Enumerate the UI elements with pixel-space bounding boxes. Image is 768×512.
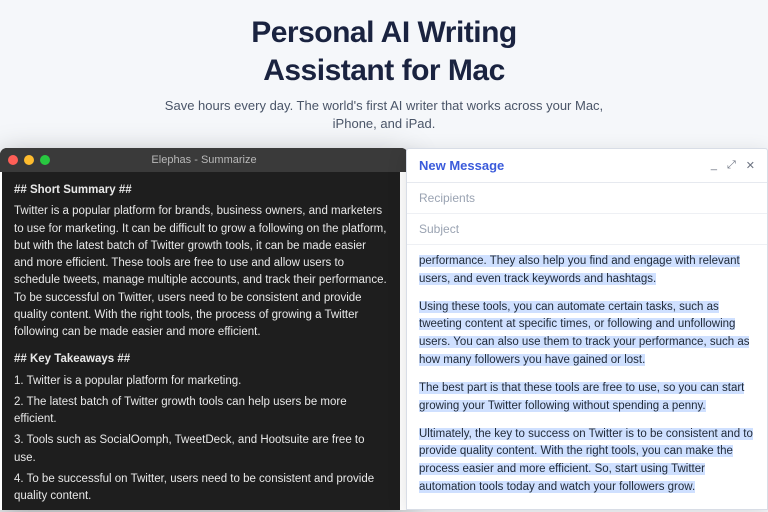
- mail-paragraph: Using these tools, you can automate cert…: [419, 301, 749, 366]
- mail-header: New Message _ ⤢ ✕: [407, 149, 767, 183]
- mail-new-message-title: New Message: [419, 158, 504, 173]
- summarize-window: Elephas - Summarize ## Short Summary ## …: [0, 148, 408, 510]
- mail-compose-window: 1 of 128 ‹ › New Message _ ⤢ ✕ Recipient…: [406, 148, 768, 510]
- summarize-window-title: Elephas - Summarize: [0, 154, 408, 166]
- short-summary-body: Twitter is a popular platform for brands…: [14, 203, 388, 341]
- short-summary-heading: ## Short Summary ##: [14, 182, 388, 199]
- mail-window-controls: _ ⤢ ✕: [711, 159, 755, 172]
- key-item: 1. Twitter is a popular platform for mar…: [14, 373, 388, 390]
- hero-subtitle-line2: iPhone, and iPad.: [333, 116, 436, 131]
- mail-paragraph: performance. They also help you find and…: [419, 255, 740, 285]
- hero-title: Personal AI Writing Assistant for Mac: [0, 14, 768, 89]
- hero: Personal AI Writing Assistant for Mac Sa…: [0, 0, 768, 133]
- mail-expand-icon[interactable]: ⤢: [727, 159, 736, 172]
- hero-title-line1: Personal AI Writing: [251, 16, 517, 49]
- mail-minimize-icon[interactable]: _: [711, 159, 717, 172]
- hero-title-line2: Assistant for Mac: [263, 52, 505, 90]
- summarize-content: ## Short Summary ## Twitter is a popular…: [0, 172, 408, 510]
- summarize-titlebar[interactable]: Elephas - Summarize: [0, 148, 408, 172]
- mail-paragraph: The best part is that these tools are fr…: [419, 382, 744, 412]
- key-takeaways-heading: ## Key Takeaways ##: [14, 351, 388, 368]
- key-item: 2. The latest batch of Twitter growth to…: [14, 394, 388, 429]
- key-item: 4. To be successful on Twitter, users ne…: [14, 471, 388, 506]
- hero-subtitle: Save hours every day. The world's first …: [0, 97, 768, 133]
- mail-body[interactable]: performance. They also help you find and…: [407, 245, 767, 509]
- key-item: 3. Tools such as SocialOomph, TweetDeck,…: [14, 432, 388, 467]
- key-item: 5. The right tools can make the process …: [14, 509, 388, 510]
- subject-field[interactable]: Subject: [407, 214, 767, 245]
- recipients-field[interactable]: Recipients: [407, 183, 767, 214]
- mail-close-icon[interactable]: ✕: [746, 159, 755, 172]
- mail-paragraph: Ultimately, the key to success on Twitte…: [419, 428, 753, 493]
- hero-subtitle-line1: Save hours every day. The world's first …: [165, 98, 603, 113]
